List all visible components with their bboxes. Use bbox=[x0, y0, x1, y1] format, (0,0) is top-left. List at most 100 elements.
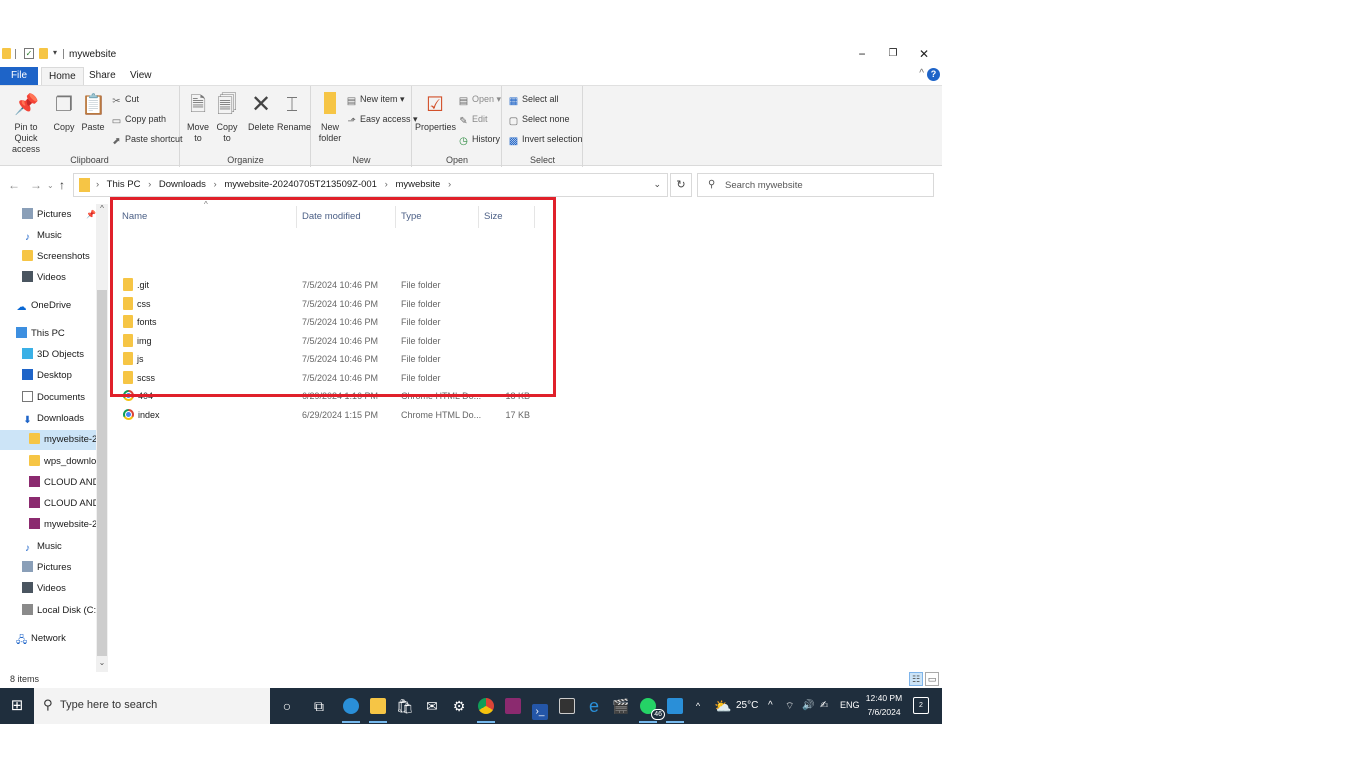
nav-item-pictures-2[interactable]: Pictures bbox=[0, 558, 96, 578]
show-hidden-icons-icon[interactable]: ^ bbox=[687, 694, 709, 718]
volume-icon[interactable]: 🔊 bbox=[802, 700, 814, 711]
tab-file[interactable]: File bbox=[0, 67, 38, 85]
whatsapp-icon[interactable]: 46 bbox=[637, 694, 665, 723]
breadcrumb-mywebsite-archive[interactable]: mywebsite-20240705T213509Z-001 bbox=[224, 179, 377, 190]
nav-item-videos-2[interactable]: Videos bbox=[0, 579, 96, 599]
select-none-button[interactable]: ▢ Select none bbox=[508, 112, 570, 127]
nav-item-cloud-archive-2[interactable]: CLOUD AND D bbox=[0, 494, 96, 514]
chevron-right-icon[interactable]: › bbox=[448, 179, 451, 190]
paste-button[interactable]: 📋 Paste bbox=[80, 92, 106, 133]
scrollbar-thumb[interactable] bbox=[97, 290, 107, 656]
nav-item-documents[interactable]: Documents bbox=[0, 388, 96, 408]
task-view-icon[interactable]: ⧉ bbox=[308, 694, 330, 718]
notification-center-icon[interactable]: 2 bbox=[913, 697, 929, 714]
new-folder-button[interactable]: New folder bbox=[316, 92, 344, 144]
breadcrumb-mywebsite[interactable]: mywebsite bbox=[395, 179, 440, 190]
history-button[interactable]: ◷ History bbox=[458, 132, 500, 147]
rename-button[interactable]: ⌶ Rename bbox=[277, 92, 311, 133]
recent-locations-icon[interactable]: ⌄ bbox=[47, 181, 54, 190]
pen-icon[interactable]: ✍ bbox=[820, 700, 828, 711]
file-row[interactable]: .git 7/5/2024 10:46 PM File folder bbox=[118, 276, 548, 294]
address-bar[interactable]: › This PC › Downloads › mywebsite-202407… bbox=[73, 173, 668, 197]
nav-item-wps-download[interactable]: wps_download bbox=[0, 452, 96, 472]
tray-chevron-icon[interactable]: ^ bbox=[768, 700, 773, 711]
details-view-icon[interactable]: ☷ bbox=[909, 672, 923, 686]
paste-shortcut-button[interactable]: ⬈ Paste shortcut bbox=[111, 132, 182, 147]
nav-item-mywebsite-folder[interactable]: mywebsite-202 bbox=[0, 430, 96, 450]
file-row[interactable]: 404 6/29/2024 1:16 PM Chrome HTML Do... … bbox=[118, 387, 548, 405]
powershell-icon[interactable]: ›_ bbox=[529, 694, 551, 720]
tab-home[interactable]: Home bbox=[41, 67, 84, 85]
column-header-date-modified[interactable]: Date modified bbox=[302, 209, 361, 225]
customize-quick-access-icon[interactable]: ▾ bbox=[53, 48, 57, 60]
chevron-right-icon[interactable]: › bbox=[148, 179, 151, 190]
new-folder-quick-access-icon[interactable] bbox=[39, 48, 48, 59]
weather-temperature[interactable]: 25°C bbox=[736, 700, 758, 711]
properties-button[interactable]: ☑ Properties bbox=[415, 92, 456, 133]
scroll-down-icon[interactable]: ⌄ bbox=[97, 658, 107, 667]
winrar-icon[interactable] bbox=[502, 694, 524, 718]
up-arrow-icon[interactable]: ↑ bbox=[59, 178, 65, 192]
file-explorer-icon[interactable] bbox=[367, 694, 389, 723]
invert-selection-button[interactable]: ▩ Invert selection bbox=[508, 132, 583, 147]
wifi-icon[interactable]: ⌔ bbox=[785, 700, 794, 713]
taskbar-search[interactable]: ⚲ Type here to search bbox=[34, 688, 270, 724]
column-header-type[interactable]: Type bbox=[401, 209, 422, 225]
chevron-down-icon[interactable]: ⌄ bbox=[653, 179, 661, 190]
nav-item-local-disk[interactable]: Local Disk (C:) bbox=[0, 601, 96, 621]
minimize-button[interactable]: − bbox=[851, 46, 873, 62]
windows-start-icon[interactable]: ⊞ bbox=[0, 688, 34, 724]
nav-item-this-pc[interactable]: This PC bbox=[0, 324, 96, 344]
forward-arrow-icon[interactable]: → bbox=[30, 178, 42, 192]
column-divider[interactable] bbox=[534, 206, 535, 228]
column-divider[interactable] bbox=[478, 206, 479, 228]
scroll-up-icon[interactable]: ^ bbox=[97, 204, 107, 213]
nav-item-screenshots[interactable]: Screenshots bbox=[0, 247, 96, 267]
copy-path-button[interactable]: ▭ Copy path bbox=[111, 112, 166, 127]
nav-item-music[interactable]: ♪ Music bbox=[0, 226, 96, 246]
nav-item-downloads[interactable]: ⬇ Downloads bbox=[0, 409, 96, 429]
nav-item-3d-objects[interactable]: 3D Objects bbox=[0, 345, 96, 365]
file-row[interactable]: scss 7/5/2024 10:46 PM File folder bbox=[118, 369, 548, 387]
minimize-ribbon-icon[interactable]: ^ bbox=[919, 68, 924, 79]
new-item-button[interactable]: ▤ New item ▾ bbox=[346, 92, 405, 107]
tab-view[interactable]: View bbox=[123, 67, 159, 85]
store-icon[interactable]: 🛍 bbox=[394, 694, 416, 718]
language-indicator[interactable]: ENG bbox=[840, 700, 860, 710]
column-header-size[interactable]: Size bbox=[484, 209, 502, 225]
nav-item-network[interactable]: 🖧 Network bbox=[0, 629, 96, 649]
terminal-icon[interactable] bbox=[556, 694, 578, 718]
breadcrumb-downloads[interactable]: Downloads bbox=[159, 179, 206, 190]
help-icon[interactable]: ? bbox=[927, 68, 940, 81]
open-button[interactable]: ▤ Open ▾ bbox=[458, 92, 501, 107]
chevron-right-icon[interactable]: › bbox=[385, 179, 388, 190]
search-box[interactable]: ⚲ bbox=[697, 173, 934, 197]
easy-access-button[interactable]: ⬏ Easy access ▾ bbox=[346, 112, 417, 127]
chrome-icon[interactable] bbox=[475, 694, 497, 723]
weather-icon[interactable]: ⛅ bbox=[712, 694, 734, 718]
nav-pane-scrollbar[interactable]: ^ ⌄ bbox=[96, 204, 108, 672]
nav-item-cloud-archive-1[interactable]: CLOUD AND D bbox=[0, 473, 96, 493]
chevron-right-icon[interactable]: › bbox=[214, 179, 217, 190]
nav-item-onedrive[interactable]: ☁ OneDrive bbox=[0, 296, 96, 316]
cut-button[interactable]: ✂ Cut bbox=[111, 92, 139, 107]
internet-explorer-icon[interactable]: e bbox=[583, 694, 605, 718]
clock[interactable]: 12:40 PM 7/6/2024 bbox=[862, 691, 906, 719]
clapperboard-icon[interactable]: 🎬 bbox=[610, 694, 632, 718]
nav-item-music-2[interactable]: ♪ Music bbox=[0, 537, 96, 557]
restore-button[interactable]: ❐ bbox=[882, 46, 904, 62]
large-icons-view-icon[interactable]: ▭ bbox=[925, 672, 939, 686]
file-row[interactable]: index 6/29/2024 1:15 PM Chrome HTML Do..… bbox=[118, 406, 548, 424]
column-header-name[interactable]: Name bbox=[122, 209, 147, 225]
nav-item-mywebsite-archive[interactable]: mywebsite-202 bbox=[0, 515, 96, 535]
pin-to-quick-access-button[interactable]: 📌 Pin to Quick access bbox=[3, 92, 49, 155]
close-button[interactable]: ✕ bbox=[913, 46, 935, 62]
file-row[interactable]: css 7/5/2024 10:46 PM File folder bbox=[118, 295, 548, 313]
edit-button[interactable]: ✎ Edit bbox=[458, 112, 487, 127]
file-row[interactable]: fonts 7/5/2024 10:46 PM File folder bbox=[118, 313, 548, 331]
move-to-button[interactable]: 🗎 Move to bbox=[185, 92, 211, 144]
column-divider[interactable] bbox=[395, 206, 396, 228]
refresh-icon[interactable]: ↻ bbox=[670, 173, 692, 197]
mail-icon[interactable]: ✉ bbox=[421, 694, 443, 718]
edge-browser-icon[interactable] bbox=[340, 694, 362, 723]
